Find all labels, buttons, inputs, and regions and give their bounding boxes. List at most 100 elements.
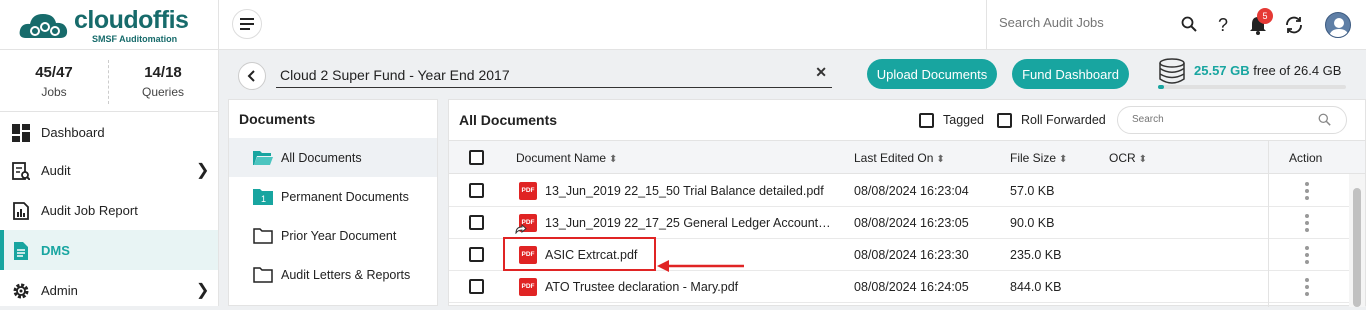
table-row[interactable]: PDF 13_Jun_2019 22_15_50 Trial Balance d… <box>449 175 1349 207</box>
action-column-divider <box>1268 140 1348 307</box>
document-name[interactable]: 13_Jun_2019 22_15_50 Trial Balance detai… <box>545 184 824 198</box>
row-checkbox[interactable] <box>469 247 484 262</box>
table-header: Document Name ⬍ Last Edited On ⬍ File Size… <box>449 140 1365 174</box>
notification-count-badge: 5 <box>1257 8 1273 24</box>
storage-bar-fill <box>1158 85 1164 89</box>
column-document-name[interactable]: Document Name ⬍ <box>516 151 617 165</box>
documents-table-panel: All Documents Tagged Roll Forwarded Docu… <box>448 99 1366 307</box>
database-icon <box>1159 58 1185 84</box>
document-name[interactable]: 13_Jun_2019 22_17_25 General Ledger Acco… <box>545 216 831 230</box>
folder-panel: Documents All Documents 1 Permanent Docu… <box>228 99 438 306</box>
chevron-right-icon: ❯ <box>196 282 210 299</box>
upload-documents-button[interactable]: Upload Documents <box>867 59 997 89</box>
report-icon <box>13 202 29 220</box>
dashboard-icon <box>12 124 30 142</box>
folder-permanent-documents[interactable]: 1 Permanent Documents <box>229 177 437 216</box>
fund-dashboard-button[interactable]: Fund Dashboard <box>1012 59 1129 89</box>
svg-text:1: 1 <box>261 194 266 204</box>
roll-forward-arrow-icon <box>515 224 527 234</box>
sidebar-item-admin[interactable]: Admin ❯ <box>0 270 218 310</box>
folder-all-documents[interactable]: All Documents <box>229 138 437 177</box>
search-icon[interactable] <box>1181 16 1197 32</box>
search-icon[interactable] <box>1318 113 1331 126</box>
sidebar-item-audit-job-report[interactable]: Audit Job Report <box>0 190 218 230</box>
folder-label: Audit Letters & Reports <box>281 268 411 282</box>
table-row[interactable]: PDF ATO Trustee declaration - Mary.pdf 0… <box>449 271 1349 303</box>
column-last-edited[interactable]: Last Edited On ⬍ <box>854 151 945 165</box>
sidebar-item-label: Audit <box>41 162 71 178</box>
queries-label: Queries <box>141 85 185 99</box>
sort-icon: ⬍ <box>936 154 945 165</box>
highlight-box <box>503 237 656 271</box>
roll-forwarded-checkbox[interactable] <box>997 113 1012 128</box>
column-label: OCR <box>1109 151 1136 165</box>
brand-name: cloudoffis <box>74 6 189 34</box>
annotation-arrow-icon <box>657 260 744 272</box>
folder-icon <box>253 267 273 283</box>
gear-icon <box>13 283 29 299</box>
sidebar-item-label: DMS <box>41 242 70 258</box>
tagged-checkbox[interactable] <box>919 113 934 128</box>
folder-prior-year-document[interactable]: Prior Year Document <box>229 216 437 255</box>
last-edited: 08/08/2024 16:24:05 <box>854 280 969 294</box>
column-label: Last Edited On <box>854 151 934 165</box>
job-selector[interactable]: Cloud 2 Super Fund - Year End 2017 ✕ <box>276 60 832 88</box>
row-checkbox[interactable] <box>469 279 484 294</box>
job-title: Cloud 2 Super Fund - Year End 2017 <box>280 67 510 83</box>
sort-icon: ⬍ <box>1138 154 1148 165</box>
column-label: File Size <box>1010 151 1057 165</box>
pdf-icon: PDF <box>519 278 537 296</box>
folder-audit-letters-reports[interactable]: Audit Letters & Reports <box>229 255 437 294</box>
pdf-icon: PDF <box>519 182 537 200</box>
queries-count: 14/18 <box>144 64 182 81</box>
sidebar-item-label: Audit Job Report <box>41 202 138 218</box>
jobs-stat[interactable]: 45/47 Jobs <box>0 64 108 99</box>
storage-total: free of 26.4 GB <box>1253 63 1342 78</box>
column-file-size[interactable]: File Size ⬍ <box>1010 151 1067 165</box>
document-name[interactable]: ATO Trustee declaration - Mary.pdf <box>545 280 738 294</box>
clear-icon[interactable]: ✕ <box>815 64 827 81</box>
sidebar-nav: Dashboard Audit ❯ Audit Job Report DMS A… <box>0 112 218 306</box>
folder-icon <box>253 228 273 244</box>
help-icon[interactable]: ? <box>1211 13 1235 37</box>
queries-stat[interactable]: 14/18 Queries <box>109 64 217 99</box>
document-icon <box>14 242 28 260</box>
file-size: 844.0 KB <box>1010 280 1062 294</box>
tagged-label: Tagged <box>943 113 985 127</box>
folder-open-icon <box>253 151 273 165</box>
file-size: 235.0 KB <box>1010 248 1062 262</box>
logo[interactable]: cloudoffis SMSF Auditomation <box>18 6 218 44</box>
column-label: Document Name <box>516 151 607 165</box>
last-edited: 08/08/2024 16:23:30 <box>854 248 969 262</box>
document-search-input[interactable] <box>1132 114 1302 125</box>
jobs-count: 45/47 <box>35 64 73 81</box>
jobs-label: Jobs <box>41 85 67 99</box>
sidebar-item-dashboard[interactable]: Dashboard <box>0 112 218 152</box>
row-checkbox[interactable] <box>469 183 484 198</box>
menu-toggle-button[interactable] <box>232 9 262 39</box>
sidebar-item-audit[interactable]: Audit ❯ <box>0 150 218 190</box>
job-stats: 45/47 Jobs 14/18 Queries <box>0 50 218 112</box>
select-all-checkbox[interactable] <box>469 150 484 165</box>
avatar[interactable] <box>1325 12 1351 38</box>
audit-job-search <box>986 0 1204 50</box>
sync-icon[interactable] <box>1282 13 1306 37</box>
last-edited: 08/08/2024 16:23:04 <box>854 184 969 198</box>
chevron-left-icon <box>247 70 255 82</box>
row-checkbox[interactable] <box>469 215 484 230</box>
table-scrollbar-thumb[interactable] <box>1353 188 1361 307</box>
sort-icon: ⬍ <box>609 154 618 165</box>
cloud-logo-icon <box>19 14 68 38</box>
audit-job-search-input[interactable] <box>999 15 1169 30</box>
table-row[interactable]: PDF 13_Jun_2019 22_17_25 General Ledger … <box>449 207 1349 239</box>
storage-bar <box>1158 85 1346 89</box>
sidebar-item-label: Admin <box>41 282 78 298</box>
hamburger-icon <box>240 18 254 30</box>
back-button[interactable] <box>238 62 266 90</box>
folder-label: All Documents <box>281 151 362 165</box>
sidebar-item-dms[interactable]: DMS <box>0 230 218 270</box>
roll-forwarded-label: Roll Forwarded <box>1021 113 1106 127</box>
column-ocr[interactable]: OCR ⬍ <box>1109 151 1147 165</box>
table-title: All Documents <box>459 112 558 128</box>
folder-numbered-icon: 1 <box>253 189 273 205</box>
